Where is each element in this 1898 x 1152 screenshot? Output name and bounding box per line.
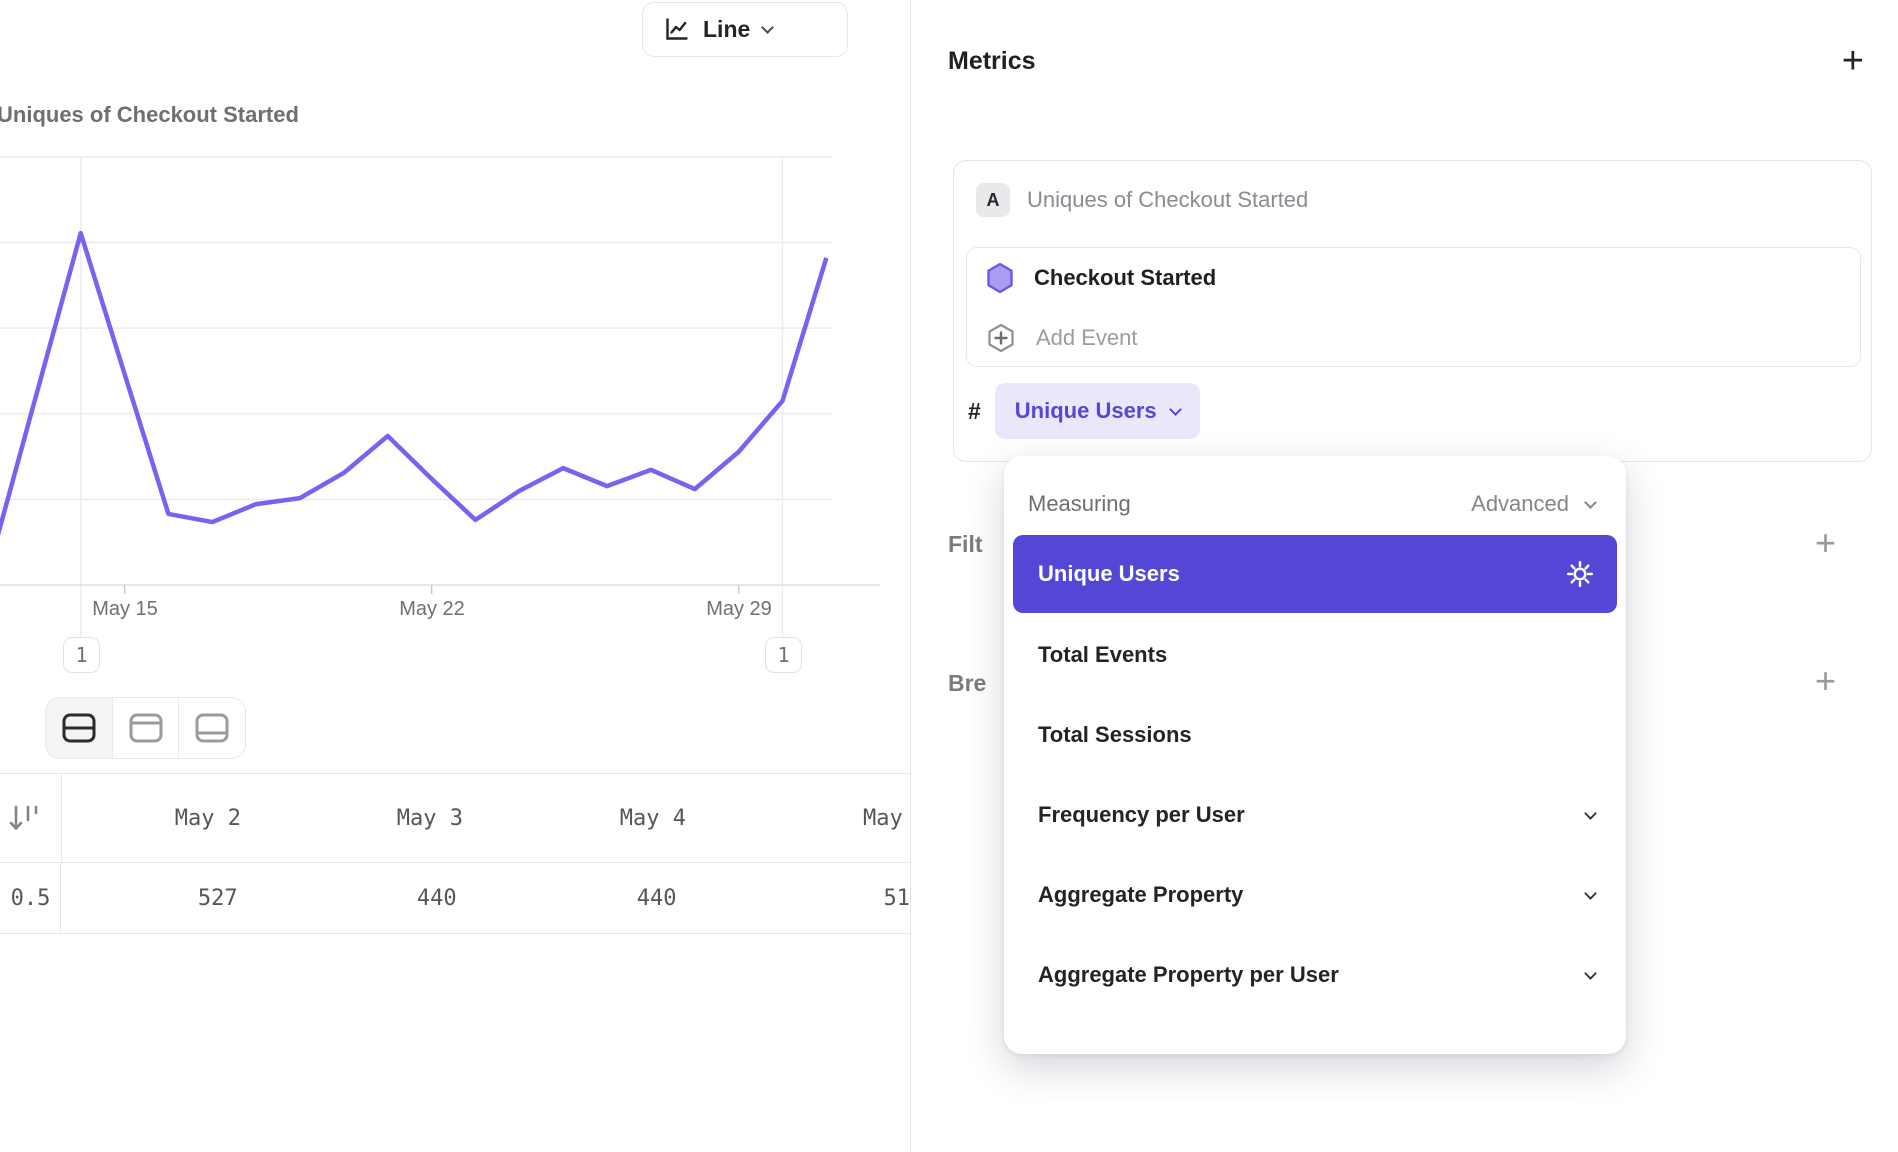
results-table: May 2 May 3 May 4 May 0.5 527 440 440 51 bbox=[0, 773, 910, 934]
layout-chart-only-button[interactable] bbox=[112, 698, 179, 758]
metric-card: A Uniques of Checkout Started Checkout S… bbox=[953, 160, 1872, 462]
table-col-header[interactable]: May 4 bbox=[487, 806, 710, 831]
option-aggregate-property[interactable]: Aggregate Property bbox=[1013, 855, 1617, 935]
event-name: Checkout Started bbox=[1034, 265, 1216, 291]
query-builder-pane: Metrics + A Uniques of Checkout Started … bbox=[911, 0, 1898, 1152]
filters-section-label: Filt bbox=[948, 531, 983, 558]
measure-row: # Unique Users bbox=[968, 383, 1200, 439]
add-metric-button[interactable]: + bbox=[1836, 46, 1870, 76]
annotation-badge[interactable]: 1 bbox=[63, 637, 100, 673]
metrics-title: Metrics bbox=[948, 47, 1036, 76]
table-cell: 527 bbox=[61, 886, 261, 911]
chart-type-button[interactable]: Line bbox=[642, 2, 848, 57]
advanced-toggle[interactable]: Advanced bbox=[1471, 491, 1607, 517]
annotation-badge[interactable]: 1 bbox=[765, 637, 802, 673]
table-col-header[interactable]: May 2 bbox=[62, 806, 265, 831]
table-col-header[interactable]: May 3 bbox=[265, 806, 487, 831]
table-cell: 440 bbox=[481, 886, 701, 911]
x-tick-label: May 29 bbox=[706, 598, 772, 621]
measuring-dropdown: Measuring Advanced Unique Users Total Ev… bbox=[1004, 456, 1626, 1054]
metric-card-header[interactable]: A Uniques of Checkout Started bbox=[954, 161, 1871, 217]
option-total-events[interactable]: Total Events bbox=[1013, 615, 1617, 695]
add-filter-button[interactable]: + bbox=[1809, 528, 1842, 558]
chevron-down-icon bbox=[1584, 967, 1597, 980]
chevron-down-icon bbox=[761, 21, 774, 34]
table-col-header[interactable]: May bbox=[710, 806, 910, 831]
chevron-down-icon bbox=[1584, 887, 1597, 900]
table-cell: 51 bbox=[701, 886, 910, 911]
panel-layout-toggle bbox=[45, 697, 246, 759]
table-row-label-cell: 0.5 bbox=[0, 863, 61, 933]
metric-letter-badge: A bbox=[976, 183, 1010, 217]
metrics-header: Metrics + bbox=[948, 46, 1870, 76]
chart-pane: Line Uniques of Checkout Started May 15 … bbox=[0, 0, 910, 1152]
chevron-down-icon bbox=[1584, 807, 1597, 820]
metric-card-title: Uniques of Checkout Started bbox=[1027, 187, 1308, 213]
x-tick-label: May 15 bbox=[92, 598, 158, 621]
measuring-label: Measuring bbox=[1028, 491, 1131, 517]
add-event-icon bbox=[986, 322, 1016, 354]
table-row: 0.5 527 440 440 51 bbox=[0, 863, 910, 934]
chart-type-label: Line bbox=[703, 16, 750, 43]
line-chart-icon bbox=[663, 16, 690, 43]
measure-chip[interactable]: Unique Users bbox=[995, 383, 1200, 439]
event-row[interactable]: Checkout Started bbox=[967, 248, 1860, 308]
add-breakdown-button[interactable]: + bbox=[1809, 666, 1842, 696]
chevron-down-icon bbox=[1169, 403, 1182, 416]
sort-icon bbox=[7, 802, 41, 834]
option-unique-users[interactable]: Unique Users bbox=[1013, 535, 1617, 613]
measure-chip-label: Unique Users bbox=[1015, 398, 1157, 424]
table-header-row: May 2 May 3 May 4 May bbox=[0, 774, 910, 863]
x-tick-label: May 22 bbox=[399, 598, 465, 621]
table-only-view-icon bbox=[194, 712, 230, 744]
option-total-sessions[interactable]: Total Sessions bbox=[1013, 695, 1617, 775]
analytics-chart-builder: Line Uniques of Checkout Started May 15 … bbox=[0, 0, 1898, 1152]
layout-split-button[interactable] bbox=[46, 698, 112, 758]
layout-table-only-button[interactable] bbox=[178, 698, 245, 758]
event-hexagon-icon bbox=[986, 262, 1014, 294]
option-frequency-per-user[interactable]: Frequency per User bbox=[1013, 775, 1617, 855]
gear-icon[interactable] bbox=[1565, 559, 1595, 589]
split-view-icon bbox=[61, 712, 97, 744]
option-aggregate-property-per-user[interactable]: Aggregate Property per User bbox=[1013, 935, 1617, 1015]
chart-title: Uniques of Checkout Started bbox=[0, 102, 299, 128]
table-cell: 440 bbox=[262, 886, 481, 911]
measure-prefix: # bbox=[968, 398, 981, 425]
chart-only-view-icon bbox=[128, 712, 164, 744]
measuring-dropdown-header: Measuring Advanced bbox=[1013, 465, 1617, 533]
add-event-row[interactable]: Add Event bbox=[967, 308, 1860, 368]
event-card: Checkout Started Add Event bbox=[966, 247, 1861, 367]
breakdowns-section-label: Bre bbox=[948, 670, 986, 697]
add-event-label: Add Event bbox=[1036, 325, 1138, 351]
chevron-down-icon bbox=[1584, 496, 1597, 509]
table-sort-header[interactable] bbox=[0, 774, 62, 862]
